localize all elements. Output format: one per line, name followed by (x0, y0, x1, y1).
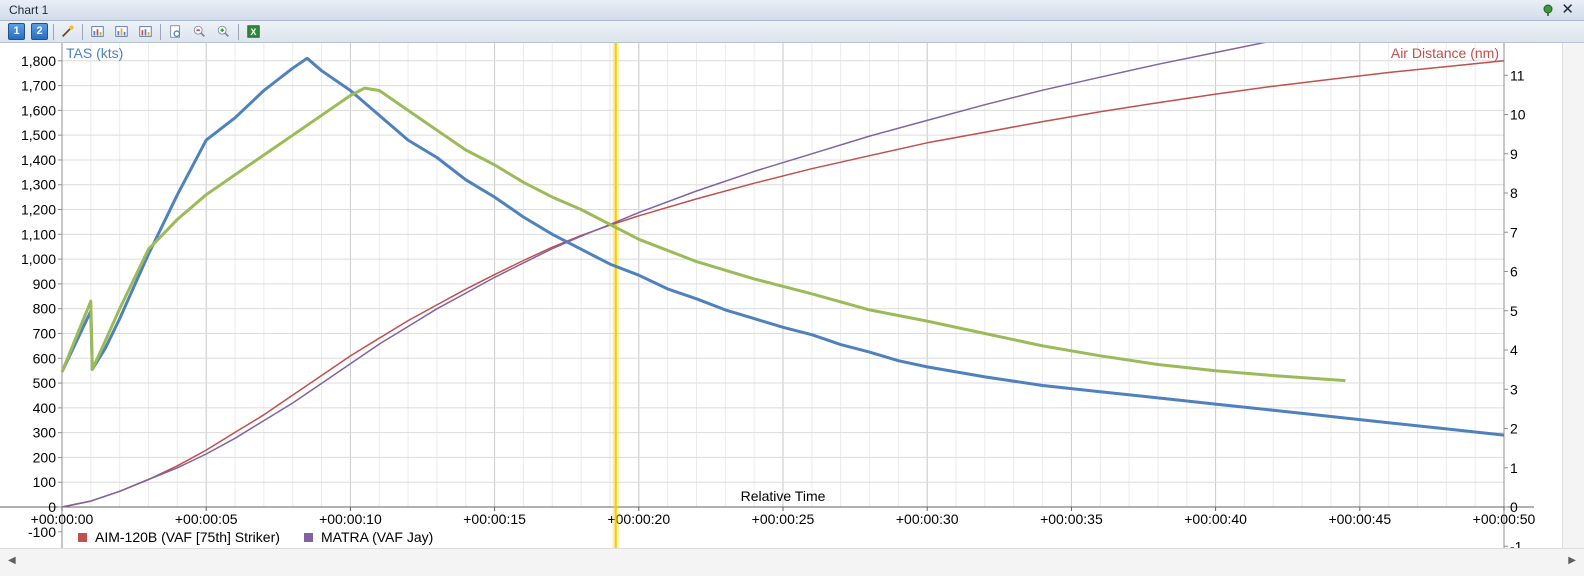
zoom-out-icon[interactable] (191, 23, 208, 40)
y-right-tick-label: 8 (1510, 185, 1518, 201)
y-right-tick-label: 5 (1510, 303, 1518, 319)
view-1-button[interactable]: 1 (8, 23, 25, 40)
zoom-in-icon[interactable] (215, 23, 232, 40)
export-excel-icon[interactable]: X (245, 23, 262, 40)
legend-swatch (304, 533, 313, 542)
x-tick-label: +00:00:50 (1473, 511, 1536, 527)
tas-distance-chart: -10001002003004005006007008009001,0001,1… (0, 26, 1536, 554)
y-right-tick-label: 2 (1510, 421, 1518, 437)
scroll-right-icon[interactable]: ▶ (1568, 555, 1576, 566)
grid-lines (61, 35, 1505, 508)
pin-icon[interactable] (1542, 4, 1554, 16)
svg-text:X: X (251, 27, 257, 37)
x-tick-label: +00:00:15 (463, 511, 526, 527)
y-left-tick-label: 900 (33, 276, 57, 292)
y-left-tick-label: 1,500 (21, 127, 56, 143)
y-left-tick-label: 1,800 (21, 53, 56, 69)
x-tick-label: +00:00:25 (752, 511, 815, 527)
y-left-tick-label: 500 (33, 375, 57, 391)
y-right-tick-label: 9 (1510, 146, 1518, 162)
horizontal-scrollbar[interactable]: ◀ ▶ (0, 548, 1584, 576)
y-right-tick-label: 11 (1510, 67, 1525, 83)
close-icon[interactable]: ✕ (1561, 1, 1574, 19)
print-preview-icon[interactable] (167, 23, 184, 40)
y-right-tick-label: 1 (1510, 460, 1518, 476)
x-tick-label: +00:00:05 (175, 511, 238, 527)
y-left-tick-label: 1,900 (21, 43, 56, 44)
window-title: Chart 1 (9, 3, 49, 17)
y-left-tick-label: 1,600 (21, 102, 56, 118)
y-left-tick-label: 1,700 (21, 78, 56, 94)
y-left-tick-label: 100 (33, 474, 57, 490)
x-tick-label: +00:00:40 (1184, 511, 1247, 527)
legend-label: MATRA (VAF Jay) (321, 529, 433, 545)
y-left-tick-label: 1,300 (21, 177, 56, 193)
y-left-tick-label: 600 (33, 350, 57, 366)
legend-label: AIM-120B (VAF [75th] Striker) (95, 529, 280, 545)
x-axis-label: Relative Time (741, 488, 826, 504)
y-left-tick-label: 1,100 (21, 226, 56, 242)
y-right-tick-label: 3 (1510, 381, 1518, 397)
chart-panel: -100 0 100 200 300 400 500 600 700 800 900 1,000 1,1… (0, 26, 1562, 554)
x-tick-label: +00:00:35 (1040, 511, 1103, 527)
legend: AIM-120B (VAF [75th] Striker) MATRA (VAF … (78, 529, 433, 545)
y-right-tick-label: -1 (1510, 538, 1523, 548)
wand-icon[interactable] (59, 23, 76, 40)
y-left-tick-label: 800 (33, 301, 57, 317)
y-left-tick-label: 1,400 (21, 152, 56, 168)
x-tick-label: +00:00:45 (1328, 511, 1391, 527)
x-tick-label: +00:00:30 (896, 511, 959, 527)
legend-swatch (78, 533, 87, 542)
y-left-tick-label: 1,200 (21, 202, 56, 218)
x-tick-label: +00:00:10 (319, 511, 382, 527)
view-2-button[interactable]: 2 (31, 23, 48, 40)
y-left-tick-label: 300 (33, 425, 57, 441)
chart-icon[interactable] (89, 23, 106, 40)
y-right-tick-label: 4 (1510, 342, 1518, 358)
series-line (61, 26, 1346, 508)
window-titlebar: Chart 1 ✕ (0, 0, 1584, 21)
y-axis-right-label: Air Distance (nm) (1391, 45, 1499, 61)
scroll-left-icon[interactable]: ◀ (8, 555, 16, 566)
chart-remove-icon[interactable] (137, 23, 154, 40)
y-left-tick-label: 1,000 (21, 251, 56, 267)
y-right-tick-label: 10 (1510, 107, 1526, 123)
y-right-tick-label: 12 (1510, 43, 1526, 44)
y-right-tick-label: 7 (1510, 224, 1518, 240)
chart-add-icon[interactable] (113, 23, 130, 40)
y-right-tick-label: 6 (1510, 264, 1518, 280)
y-left-tick-label: 200 (33, 449, 57, 465)
x-tick-label: +00:00:00 (31, 511, 94, 527)
chart-toolbar: 1 2 X (0, 21, 1584, 43)
vertical-scrollbar[interactable] (1562, 43, 1584, 548)
y-axis-left-label: TAS (kts) (66, 45, 123, 61)
y-left-tick-label: 400 (33, 400, 57, 416)
y-left-tick-label: 700 (33, 325, 57, 341)
axes: -10001002003004005006007008009001,0001,1… (0, 28, 1536, 554)
